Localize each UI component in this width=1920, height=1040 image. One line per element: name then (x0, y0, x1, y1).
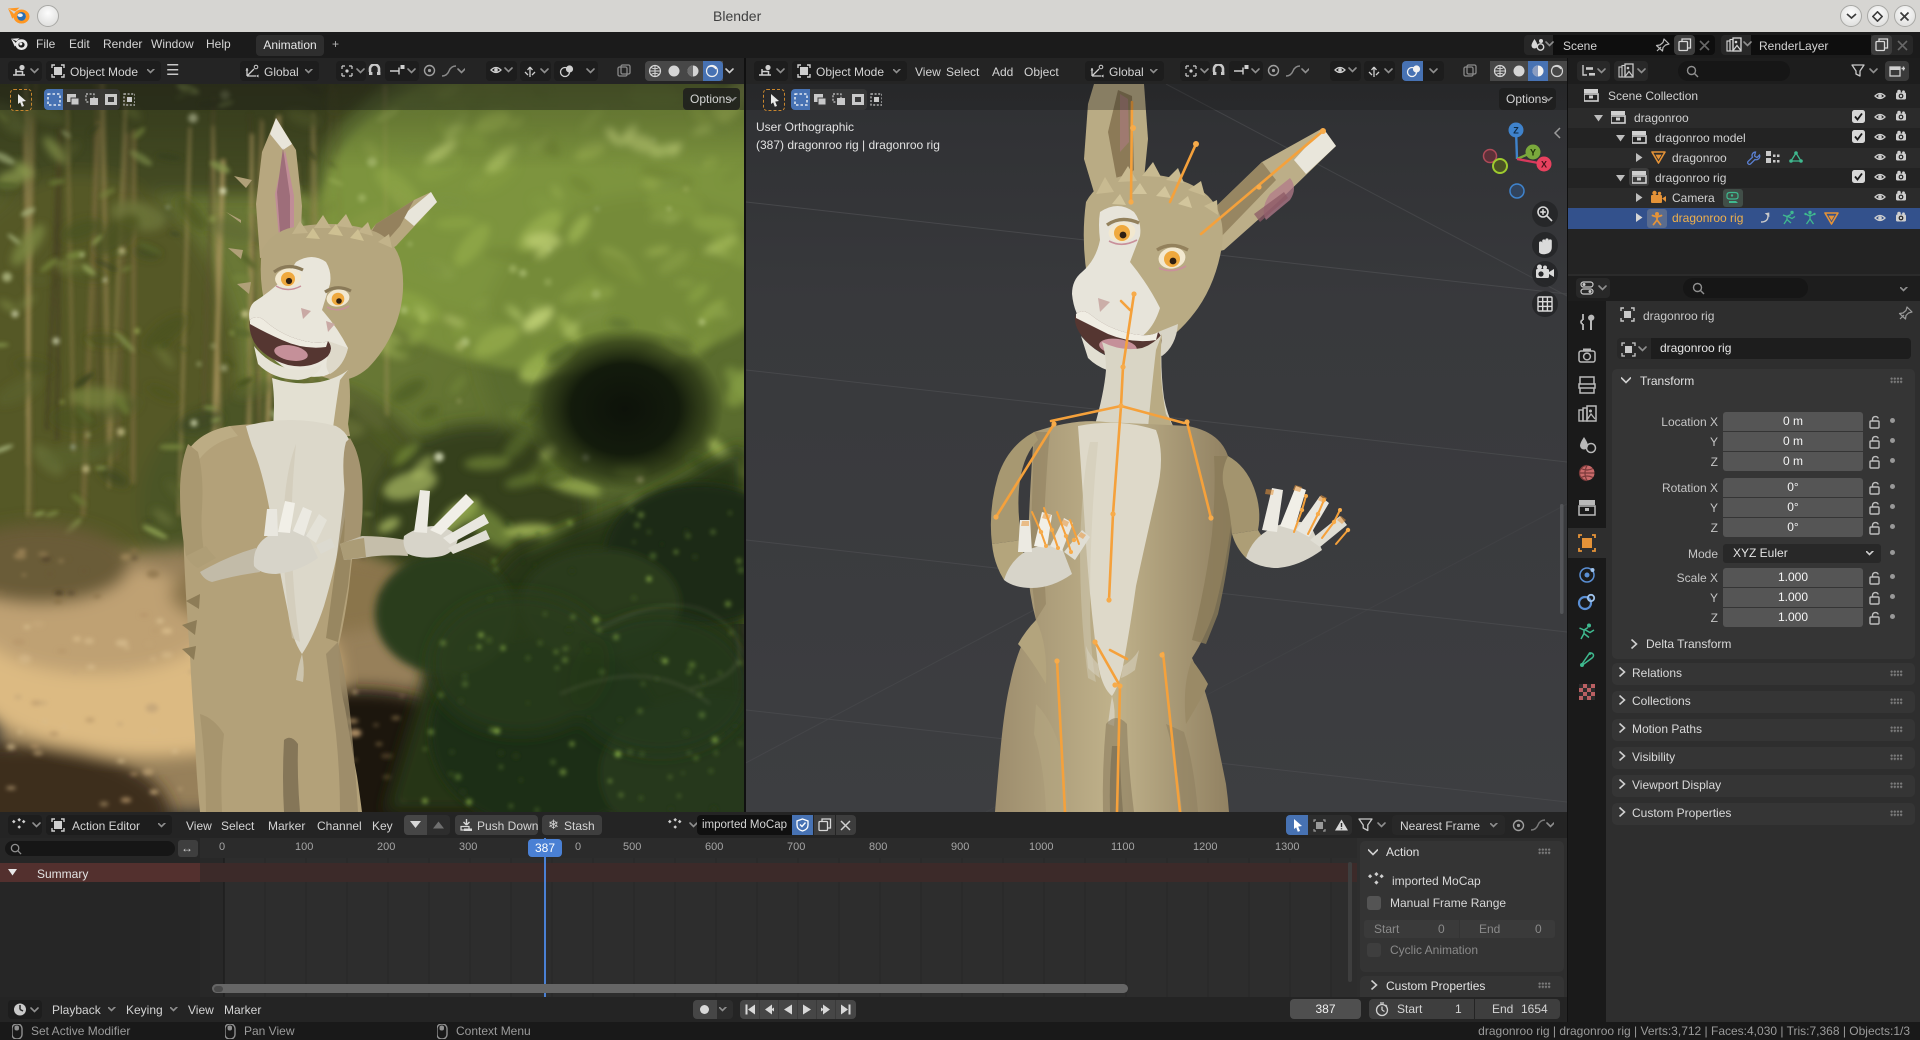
svg-text:Z: Z (1513, 126, 1519, 136)
svg-text:X: X (1541, 160, 1547, 170)
svg-text:Y: Y (1530, 148, 1536, 158)
